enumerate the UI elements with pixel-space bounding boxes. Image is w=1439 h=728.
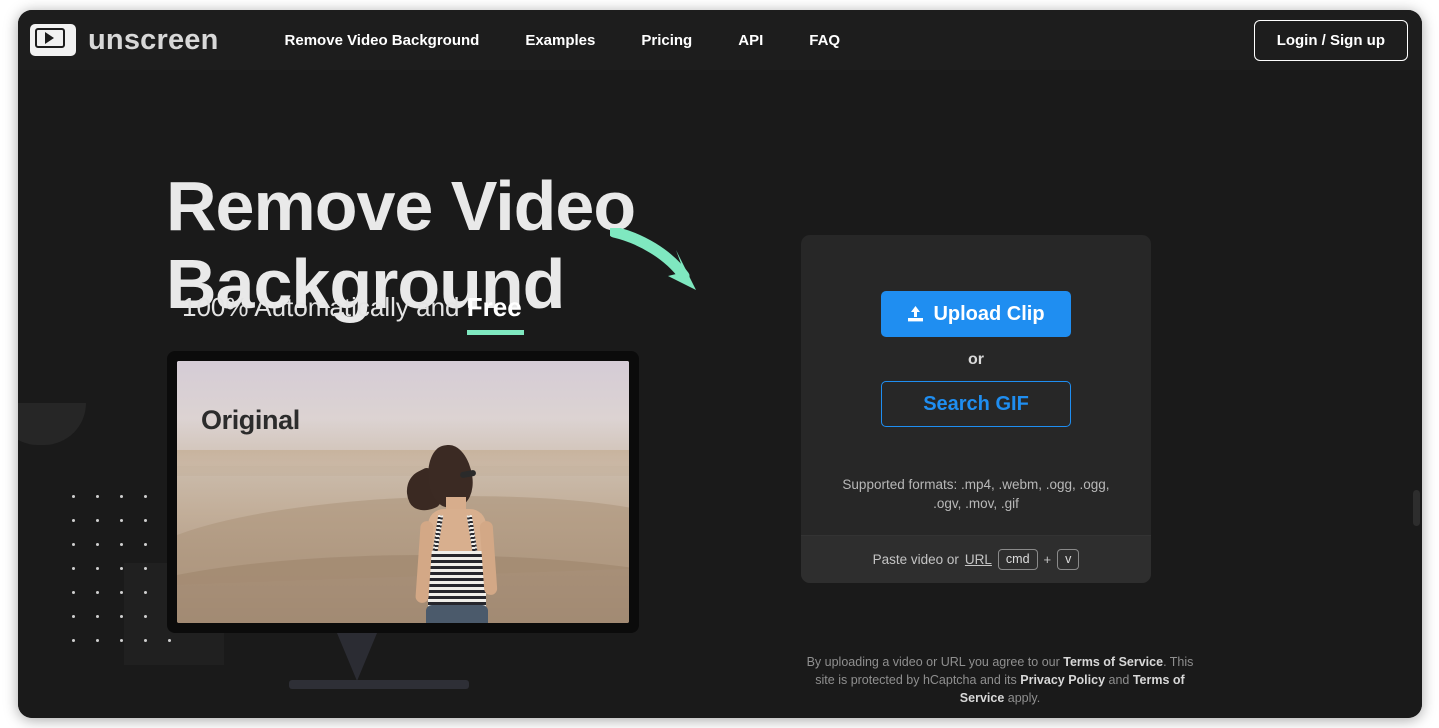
nav-faq[interactable]: FAQ	[809, 32, 840, 49]
upload-clip-label: Upload Clip	[933, 302, 1045, 325]
video-preview[interactable]: Original	[177, 361, 629, 623]
brand-logo[interactable]: unscreen	[30, 24, 219, 57]
decorative-blob	[18, 403, 86, 445]
hero-subtitle: 100% Automatically and Free	[182, 292, 522, 323]
hero-heading-line1: Remove Video	[166, 166, 636, 245]
site-header: unscreen Remove Video Background Example…	[18, 10, 1422, 70]
browser-viewport: unscreen Remove Video Background Example…	[18, 10, 1422, 718]
hero-subtitle-prefix: 100% Automatically and	[182, 292, 467, 322]
curved-arrow-down-right-icon	[610, 228, 696, 290]
legal-disclaimer: By uploading a video or URL you agree to…	[801, 653, 1199, 707]
monitor-stand-base	[289, 680, 469, 689]
page-scrollbar[interactable]	[1413, 490, 1420, 526]
paste-video-bar: Paste video or URL cmd + v	[801, 535, 1151, 583]
upload-card-body: Upload Clip or Search GIF Supported form…	[801, 235, 1151, 535]
supported-formats-text: Supported formats: .mp4, .webm, .ogg, .o…	[842, 477, 1110, 511]
preview-subject	[394, 442, 524, 623]
paste-prefix-label: Paste video or	[872, 552, 959, 567]
video-play-icon	[30, 24, 76, 56]
key-plus-symbol: +	[1043, 552, 1052, 567]
paste-url-link[interactable]: URL	[965, 552, 992, 567]
monitor-mockup: Original	[167, 351, 639, 689]
nav-api[interactable]: API	[738, 32, 763, 49]
terms-of-service-link-1[interactable]: Terms of Service	[1063, 655, 1163, 669]
hero-section: Remove Video Background 100% Automatical…	[18, 70, 1422, 718]
hero-subtitle-accent: Free	[466, 292, 522, 322]
monitor-bezel: Original	[167, 351, 639, 633]
original-label: Original	[201, 405, 300, 435]
search-gif-button[interactable]: Search GIF	[881, 381, 1071, 427]
legal-part4: apply.	[1004, 691, 1041, 705]
upload-clip-button[interactable]: Upload Clip	[881, 291, 1071, 337]
privacy-policy-link[interactable]: Privacy Policy	[1020, 673, 1105, 687]
or-separator-label: or	[968, 351, 984, 368]
key-v: v	[1057, 549, 1080, 570]
legal-part1: By uploading a video or URL you agree to…	[806, 655, 1064, 669]
login-signup-button[interactable]: Login / Sign up	[1253, 19, 1408, 61]
legal-part3: and	[1105, 673, 1133, 687]
monitor-stand-neck	[337, 633, 377, 681]
main-nav: Remove Video Background Examples Pricing…	[285, 32, 841, 49]
nav-examples[interactable]: Examples	[525, 32, 595, 49]
upload-card: Upload Clip or Search GIF Supported form…	[801, 235, 1151, 583]
key-cmd: cmd	[997, 549, 1038, 570]
nav-pricing[interactable]: Pricing	[641, 32, 692, 49]
upload-icon	[907, 305, 924, 323]
brand-name: unscreen	[88, 23, 219, 56]
nav-remove-video-background[interactable]: Remove Video Background	[285, 32, 480, 49]
